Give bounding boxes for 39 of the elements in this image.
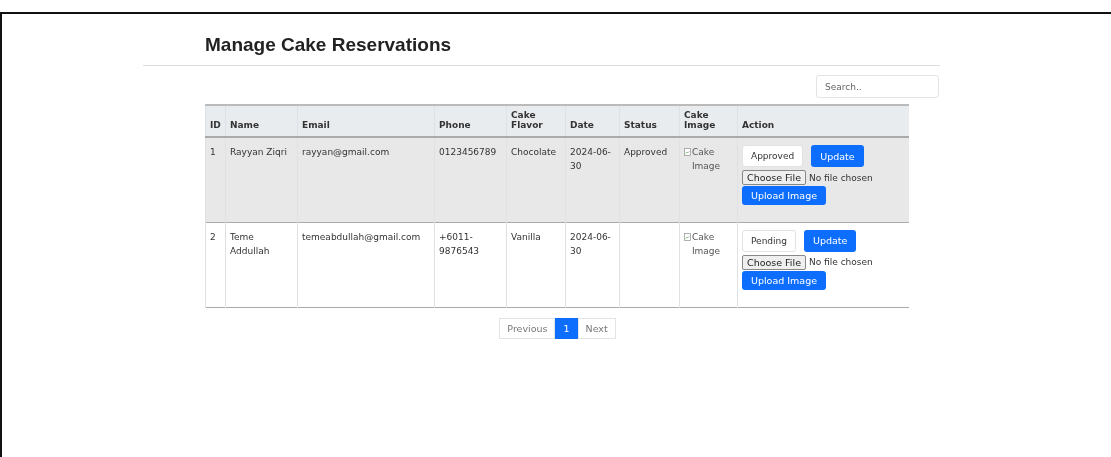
table-cell: Teme Addullah — [225, 222, 298, 307]
table-cell: 2024-06-30 — [565, 137, 620, 222]
column-header: Cake Flavor — [506, 105, 566, 137]
image-alt-text: Cake Image — [691, 230, 722, 258]
pagination-button[interactable]: 1 — [555, 317, 578, 339]
column-header: Date — [565, 105, 620, 137]
upload-image-button[interactable]: Upload Image — [742, 270, 827, 290]
table-cell: 2024-06-30 — [565, 222, 620, 307]
update-button[interactable]: Update — [811, 145, 864, 168]
file-status-text: No file chosen — [809, 256, 873, 270]
table-cell: Chocolate — [506, 137, 566, 222]
column-header: Phone — [434, 105, 507, 137]
column-header: Cake Image — [679, 105, 738, 137]
table-cell: 0123456789 — [434, 137, 507, 222]
pagination-button[interactable]: Previous — [499, 317, 556, 339]
column-header: Action — [737, 105, 909, 137]
update-button[interactable]: Update — [804, 229, 857, 252]
pagination-button[interactable]: Next — [577, 317, 616, 339]
table-cell: rayyan@gmail.com — [297, 137, 435, 222]
choose-file-button[interactable]: Choose File — [742, 170, 806, 186]
upload-image-button[interactable]: Upload Image — [742, 186, 827, 206]
file-status-text: No file chosen — [809, 171, 873, 185]
table-cell: temeabdullah@gmail.com — [297, 222, 435, 307]
table-cell: Approved — [619, 137, 680, 222]
table-cell: Vanilla — [506, 222, 566, 307]
column-header: ID — [205, 105, 226, 137]
column-header: Name — [225, 105, 298, 137]
choose-file-button[interactable]: Choose File — [742, 254, 806, 270]
column-header: Status — [619, 105, 680, 137]
status-select[interactable]: Approved — [742, 145, 804, 168]
table-cell: Rayyan Ziqri — [225, 137, 298, 222]
page-title: Manage Cake Reservations — [205, 34, 453, 56]
table-cell: 1 — [205, 137, 226, 222]
column-header: Email — [297, 105, 435, 137]
image-alt-text: Cake Image — [691, 146, 722, 174]
status-select[interactable]: Pending — [742, 229, 796, 252]
table-cell: +6011-9876543 — [434, 222, 507, 307]
table-cell: 2 — [205, 222, 226, 307]
search-field[interactable]: Search.. — [816, 75, 939, 98]
